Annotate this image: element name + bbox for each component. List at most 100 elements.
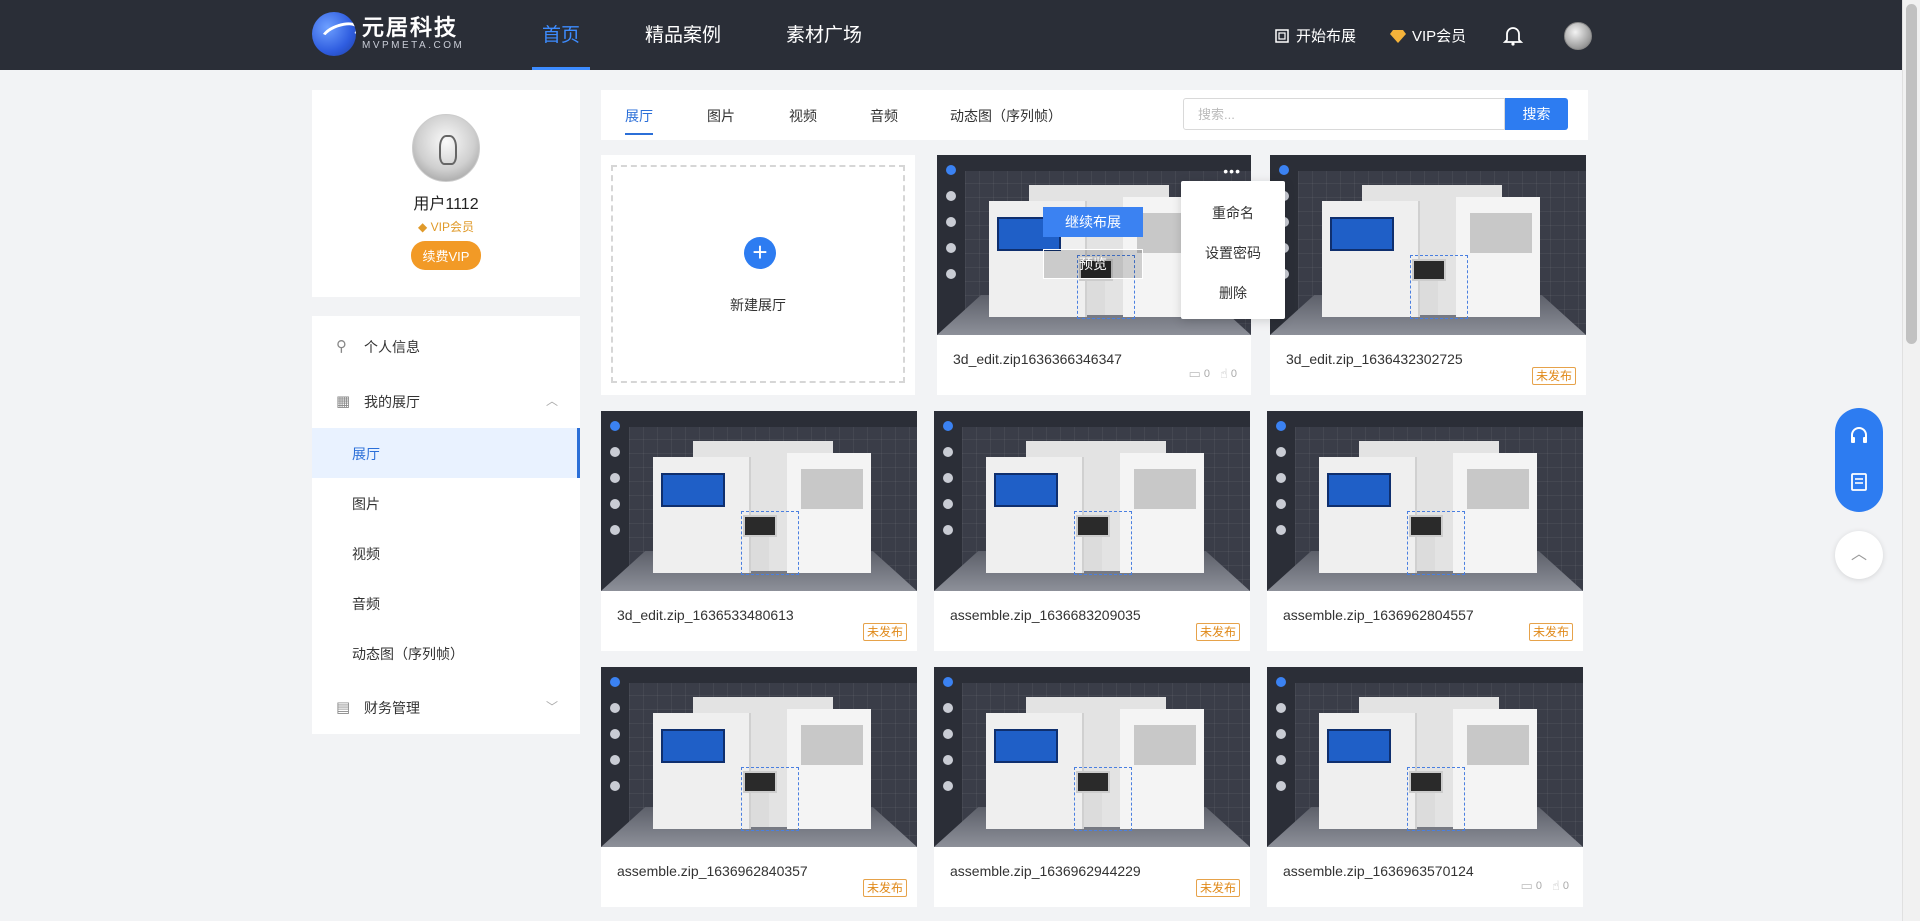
search-input[interactable] [1183, 98, 1505, 130]
headset-icon[interactable] [1849, 426, 1869, 446]
hall-card[interactable]: 3d_edit.zip_1636432302725 未发布 [1270, 155, 1586, 395]
delete-menu-item[interactable]: 删除 [1181, 283, 1285, 303]
nav-material-square[interactable]: 素材广场 [776, 0, 872, 70]
chevron-up-icon: ︿ [1850, 546, 1867, 563]
hall-thumbnail[interactable] [601, 667, 917, 847]
sidebar-sub-label: 展厅 [352, 446, 380, 462]
hall-title: assemble.zip_1636962944229 [950, 863, 1141, 879]
sidebar-item-audio[interactable]: 音频 [312, 578, 580, 628]
hall-title: 3d_edit.zip_1636432302725 [1286, 351, 1463, 367]
renew-vip-button[interactable]: 续费VIP [410, 241, 482, 270]
note-icon[interactable] [1849, 472, 1869, 492]
layout-icon [1275, 28, 1289, 43]
logo-icon [312, 12, 356, 56]
hall-title: assemble.zip_1636962840357 [617, 863, 808, 879]
plus-icon: + [744, 237, 776, 269]
set-password-menu-item[interactable]: 设置密码 [1181, 243, 1285, 263]
profile-panel: 用户1112 ◆ VIP会员 续费VIP [312, 90, 580, 297]
hall-title: assemble.zip_1636683209035 [950, 607, 1141, 623]
building-icon: ▦ [336, 393, 351, 410]
vip-link-label: VIP会员 [1412, 28, 1467, 45]
unpublished-badge: 未发布 [862, 623, 907, 641]
nav-featured-cases[interactable]: 精品案例 [635, 0, 731, 70]
comment-count: 0 [1535, 880, 1542, 892]
scrollbar-thumb[interactable] [1906, 4, 1917, 344]
user-avatar[interactable] [1564, 22, 1592, 50]
tab-audio[interactable]: 音频 [870, 106, 898, 126]
new-hall-dropzone[interactable]: + 新建展厅 [611, 165, 905, 383]
start-layout-label: 开始布展 [1296, 28, 1357, 45]
tab-images[interactable]: 图片 [707, 106, 735, 126]
hall-card[interactable]: assemble.zip_1636963570124 ▭ 0 ☝ 0 [1267, 667, 1583, 907]
content-tabbar: 展厅 图片 视频 音频 动态图（序列帧） 搜索 [601, 90, 1588, 140]
like-count: 0 [1562, 880, 1569, 892]
comment-icon: ▭ [1520, 878, 1533, 893]
sidebar-item-hall[interactable]: 展厅 [312, 428, 580, 478]
hall-stats: ▭ 0 ☝ 0 [1179, 366, 1237, 382]
hall-thumbnail[interactable] [1267, 411, 1583, 591]
new-hall-label: 新建展厅 [730, 297, 786, 313]
chevron-down-icon: ﹀ [545, 700, 558, 714]
hall-card[interactable]: assemble.zip_1636962804557 未发布 [1267, 411, 1583, 651]
user-icon: ⚲ [336, 338, 347, 355]
search-button[interactable]: 搜索 [1505, 98, 1568, 130]
unpublished-badge: 未发布 [1195, 879, 1240, 897]
sidebar-sub-label: 视频 [352, 546, 380, 562]
continue-layout-button[interactable]: 继续布展 [1043, 207, 1143, 237]
unpublished-badge: 未发布 [1528, 623, 1573, 641]
vip-link[interactable]: VIP会员 [1390, 25, 1466, 46]
profile-username: 用户1112 [413, 196, 479, 213]
document-icon: ▤ [336, 699, 351, 716]
tab-videos[interactable]: 视频 [789, 106, 817, 126]
new-hall-card[interactable]: + 新建展厅 [601, 155, 915, 395]
unpublished-badge: 未发布 [862, 879, 907, 897]
rename-menu-item[interactable]: 重命名 [1181, 203, 1285, 223]
more-options-icon[interactable]: ••• [1223, 163, 1241, 179]
vip-diamond-icon [1390, 29, 1406, 43]
nav-home[interactable]: 首页 [532, 0, 591, 70]
sidebar-item-label: 个人信息 [364, 339, 420, 355]
sidebar-sub-label: 动态图（序列帧） [352, 646, 464, 662]
sidebar-item-videos[interactable]: 视频 [312, 528, 580, 578]
tab-hall[interactable]: 展厅 [625, 106, 653, 135]
card-options-menu: 重命名 设置密码 删除 [1181, 181, 1285, 319]
bell-icon[interactable] [1502, 24, 1524, 46]
chevron-up-icon: ︿ [545, 394, 558, 408]
like-icon: ☝ [1219, 366, 1228, 381]
profile-avatar[interactable] [412, 114, 480, 182]
preview-button[interactable]: 预览 [1043, 249, 1143, 279]
profile-vip-label: VIP会员 [430, 220, 474, 234]
hall-stats: ▭ 0 ☝ 0 [1511, 878, 1569, 894]
main-nav: 首页 精品案例 素材广场 [532, 0, 917, 70]
sidebar-item-animated[interactable]: 动态图（序列帧） [312, 628, 580, 678]
logo[interactable]: 元居科技 MVPMETA.COM [312, 12, 464, 56]
vip-diamond-icon: ◆ [418, 220, 431, 234]
like-count: 0 [1230, 368, 1237, 380]
hall-thumbnail[interactable] [601, 411, 917, 591]
hall-thumbnail[interactable] [934, 411, 1250, 591]
hall-thumbnail[interactable] [1267, 667, 1583, 847]
sidebar-item-label: 财务管理 [364, 700, 420, 716]
comment-count: 0 [1203, 368, 1210, 380]
hall-card[interactable]: assemble.zip_1636962840357 未发布 [601, 667, 917, 907]
hall-card[interactable]: 3d_edit.zip_1636533480613 未发布 [601, 411, 917, 651]
back-to-top-button[interactable]: ︿ [1835, 531, 1883, 579]
logo-subtitle: MVPMETA.COM [362, 40, 465, 51]
start-layout-link[interactable]: 开始布展 [1274, 25, 1356, 46]
hall-card[interactable]: assemble.zip_1636683209035 未发布 [934, 411, 1250, 651]
sidebar-item-images[interactable]: 图片 [312, 478, 580, 528]
page-scrollbar[interactable] [1902, 0, 1920, 921]
hall-title: assemble.zip_1636962804557 [1283, 607, 1474, 623]
sidebar-menu: ⚲ 个人信息 ▦ 我的展厅 ︿ 展厅 图片 视频 音频 动态图（序列帧） ▤ 财… [312, 316, 580, 734]
like-icon: ☝ [1551, 878, 1560, 893]
comment-icon: ▭ [1188, 366, 1201, 381]
hall-thumbnail[interactable] [1270, 155, 1586, 335]
sidebar-sub-label: 音频 [352, 596, 380, 612]
floating-tools [1835, 408, 1883, 512]
profile-vip-badge: ◆ VIP会员 [312, 218, 580, 235]
hall-thumbnail[interactable] [934, 667, 1250, 847]
unpublished-badge: 未发布 [1195, 623, 1240, 641]
hall-card[interactable]: assemble.zip_1636962944229 未发布 [934, 667, 1250, 907]
sidebar-sub-label: 图片 [352, 496, 380, 512]
tab-animated[interactable]: 动态图（序列帧） [950, 106, 1062, 126]
